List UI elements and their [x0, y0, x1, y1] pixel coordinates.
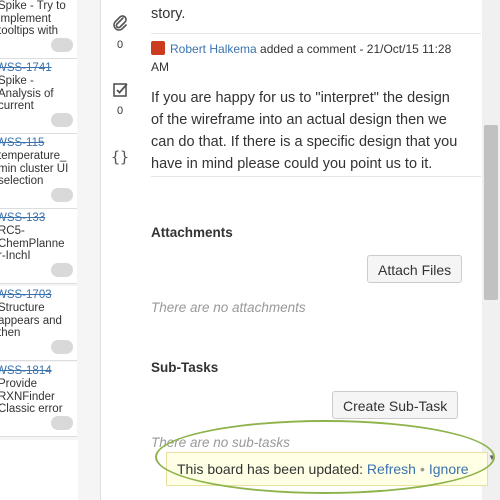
issue-card[interactable]: WSS-1703 Structure appears and then — [0, 286, 77, 361]
issue-card[interactable]: Spike - Try to implement tooltips with — [0, 0, 77, 59]
board-updated-notice: This board has been updated: Refresh • Ign… — [166, 452, 488, 486]
comment-line: have in mind please could you point us t… — [151, 156, 433, 172]
issue-card[interactable]: WSS-115 temperature_ min cluster UI sele… — [0, 134, 77, 209]
assignee-avatar — [51, 340, 73, 354]
attachments-tool[interactable]: 0 — [100, 14, 140, 51]
comment-line: of the wireframe into an actual design t… — [151, 112, 447, 128]
issue-card[interactable]: WSS-133 RC5- ChemPlanne r-InchI — [0, 209, 77, 284]
assignee-avatar — [51, 38, 73, 52]
card-summary-line: appears and — [0, 314, 62, 327]
comment-author-link[interactable]: Robert Halkema — [170, 42, 257, 56]
notice-separator: • — [419, 461, 425, 477]
subtasks-empty-message: There are no sub-tasks — [151, 435, 290, 450]
card-summary-line: Classic error — [0, 403, 63, 415]
card-summary-line: current — [0, 100, 34, 112]
notice-text: This board has been updated: — [177, 461, 364, 477]
card-summary-line: implement — [0, 12, 52, 25]
card-summary-line: Analysis of — [0, 87, 54, 100]
refresh-link[interactable]: Refresh — [367, 461, 416, 477]
braces-icon[interactable]: {} — [100, 148, 140, 166]
card-summary-line: RC5- — [0, 225, 25, 237]
card-summary-line: RXNFinder — [0, 390, 55, 403]
subtasks-heading: Sub-Tasks — [151, 360, 219, 375]
issue-card[interactable]: WSS-1814 Provide RXNFinder Classic error — [0, 362, 77, 437]
card-summary-line: selection — [0, 175, 44, 187]
comment-time-suffix: AM — [151, 60, 169, 74]
attach-files-button[interactable]: Attach Files — [367, 255, 463, 283]
previous-comment-tail: story. — [151, 6, 186, 22]
card-summary-line: min cluster UI — [0, 162, 69, 175]
comment-divider — [151, 176, 481, 177]
paperclip-icon — [113, 15, 127, 31]
card-summary-line: tooltips with — [0, 25, 59, 37]
attachments-empty-message: There are no attachments — [151, 300, 306, 315]
card-summary-line: Structure — [0, 302, 45, 314]
card-summary-line: Spike - — [0, 75, 34, 87]
assignee-avatar — [51, 113, 73, 127]
create-subtask-button[interactable]: Create Sub-Task — [332, 391, 459, 419]
comment-header: Robert Halkema added a comment - 21/Oct/… — [151, 40, 471, 76]
subtasks-tool[interactable]: 0 — [100, 82, 140, 117]
card-summary-line: Spike - Try to — [0, 0, 66, 12]
comment-body: If you are happy for us to "interpret" t… — [151, 87, 457, 175]
subtasks-count: 0 — [116, 105, 124, 117]
comment-line: can do that. If there is a specific desi… — [151, 134, 458, 150]
assignee-avatar — [51, 188, 73, 202]
comment-line: If you are happy for us to "interpret" t… — [151, 90, 450, 106]
column-gutter — [78, 0, 100, 500]
card-key-link[interactable]: WSS-115 — [0, 136, 77, 150]
ignore-link[interactable]: Ignore — [429, 461, 469, 477]
checkbox-icon — [113, 83, 128, 97]
attachments-heading: Attachments — [151, 225, 233, 240]
card-key-link[interactable]: WSS-133 — [0, 211, 77, 225]
card-key-link[interactable]: WSS-1814 — [0, 364, 77, 378]
comment-divider — [151, 33, 481, 34]
assignee-avatar — [51, 263, 73, 277]
issue-card[interactable]: WSS-1741 Spike - Analysis of current — [0, 59, 77, 134]
card-summary-line: temperature_ — [0, 150, 67, 162]
card-key-link[interactable]: WSS-1703 — [0, 288, 77, 302]
card-key-link[interactable]: WSS-1741 — [0, 61, 77, 75]
attachments-count: 0 — [116, 39, 124, 51]
card-summary-line: ChemPlanne — [0, 237, 65, 250]
card-summary-line: r-InchI — [0, 250, 31, 262]
scroll-down-arrow-icon[interactable]: ▼ — [488, 453, 496, 462]
card-summary-line: then — [0, 327, 21, 339]
assignee-avatar — [51, 416, 73, 430]
comment-action: added a comment - 21/Oct/15 11:28 — [260, 42, 452, 56]
board-column: Spike - Try to implement tooltips with W… — [0, 0, 79, 440]
scrollbar-thumb[interactable] — [484, 125, 498, 300]
card-summary-line: Provide — [0, 378, 37, 390]
author-avatar — [151, 41, 165, 55]
